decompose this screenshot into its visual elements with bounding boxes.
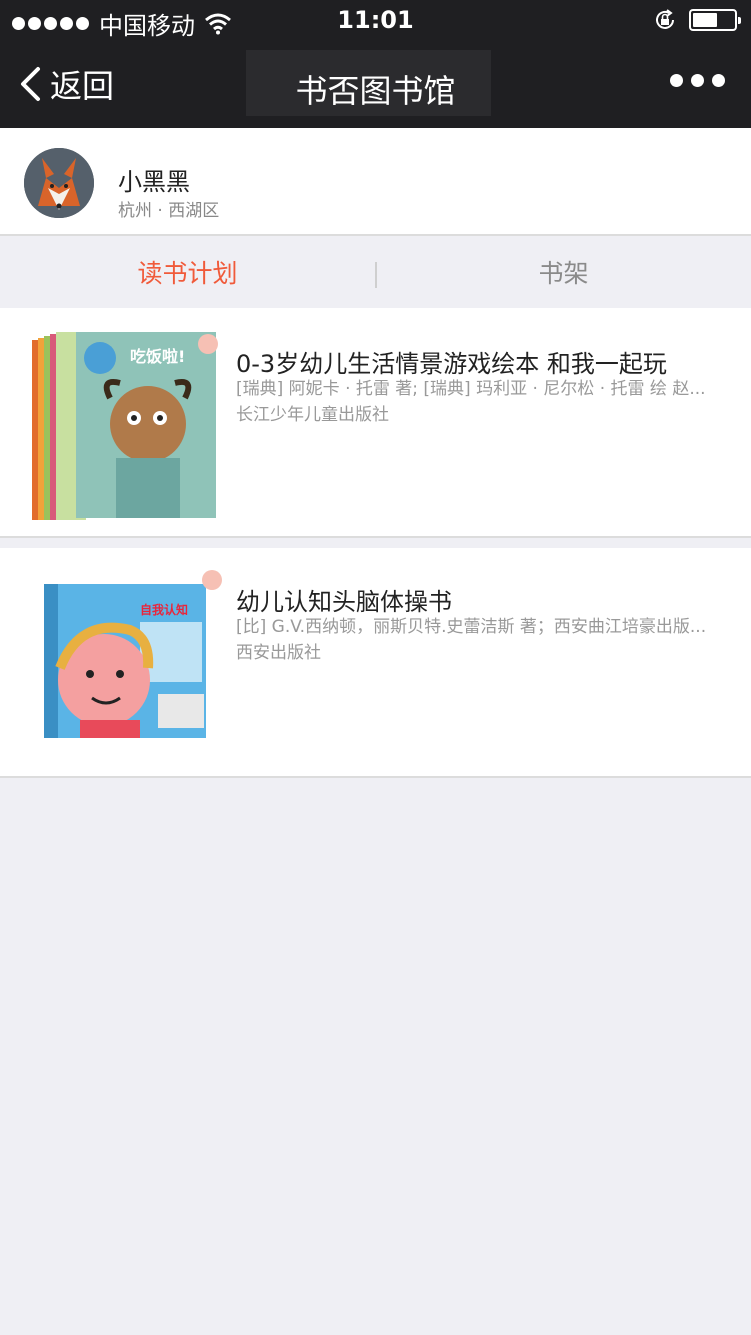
book-publisher: 长江少年儿童出版社: [236, 405, 389, 425]
book-cover: 吃饭啦!: [32, 332, 218, 520]
rotation-lock-icon: [656, 9, 674, 29]
cover-title-text: 自我认知: [140, 602, 188, 617]
avatar: [24, 148, 94, 218]
book-author: [比] G.V.西纳顿，丽斯贝特.史蕾洁斯 著；西安曲江培豪出版...: [236, 617, 707, 637]
more-options-button[interactable]: [670, 74, 725, 87]
page-title: 书否图书馆: [295, 72, 456, 110]
book-publisher: 西安出版社: [236, 643, 321, 663]
fox-avatar-icon: [24, 148, 94, 218]
book-list-item[interactable]: 自我认知 幼儿认知头脑体操书 [比] G.V.西纳顿，丽斯贝特.史蕾洁斯 著；西…: [0, 548, 751, 778]
navigation-bar: 返回 书否图书馆: [0, 40, 751, 128]
tab-reading-plan[interactable]: 读书计划: [0, 238, 375, 308]
status-bar: 中国移动 11:01: [0, 0, 751, 40]
cover-title-text: 吃饭啦!: [130, 347, 185, 366]
book-author: [瑞典] 阿妮卡 · 托雷 著; [瑞典] 玛利亚 · 尼尔松 · 托雷 绘 赵…: [236, 379, 706, 399]
book-list-item[interactable]: 吃饭啦! 0-3岁幼儿生活情景游戏绘本 和我一起玩 [瑞典] 阿妮卡 · 托雷 …: [0, 308, 751, 538]
user-name: 小黑黑: [118, 168, 190, 196]
tab-bookshelf[interactable]: 书架: [376, 238, 751, 308]
user-location: 杭州 · 西湖区: [118, 201, 220, 221]
tab-bar: 读书计划 书架: [0, 238, 751, 308]
user-profile[interactable]: 小黑黑 杭州 · 西湖区: [0, 128, 751, 236]
battery-icon: [689, 9, 741, 31]
battery-level: [693, 13, 717, 27]
more-icon: [670, 74, 683, 87]
status-bar-right: [653, 8, 741, 32]
status-time: 11:01: [337, 6, 414, 34]
book-cover: 自我认知: [44, 570, 222, 738]
